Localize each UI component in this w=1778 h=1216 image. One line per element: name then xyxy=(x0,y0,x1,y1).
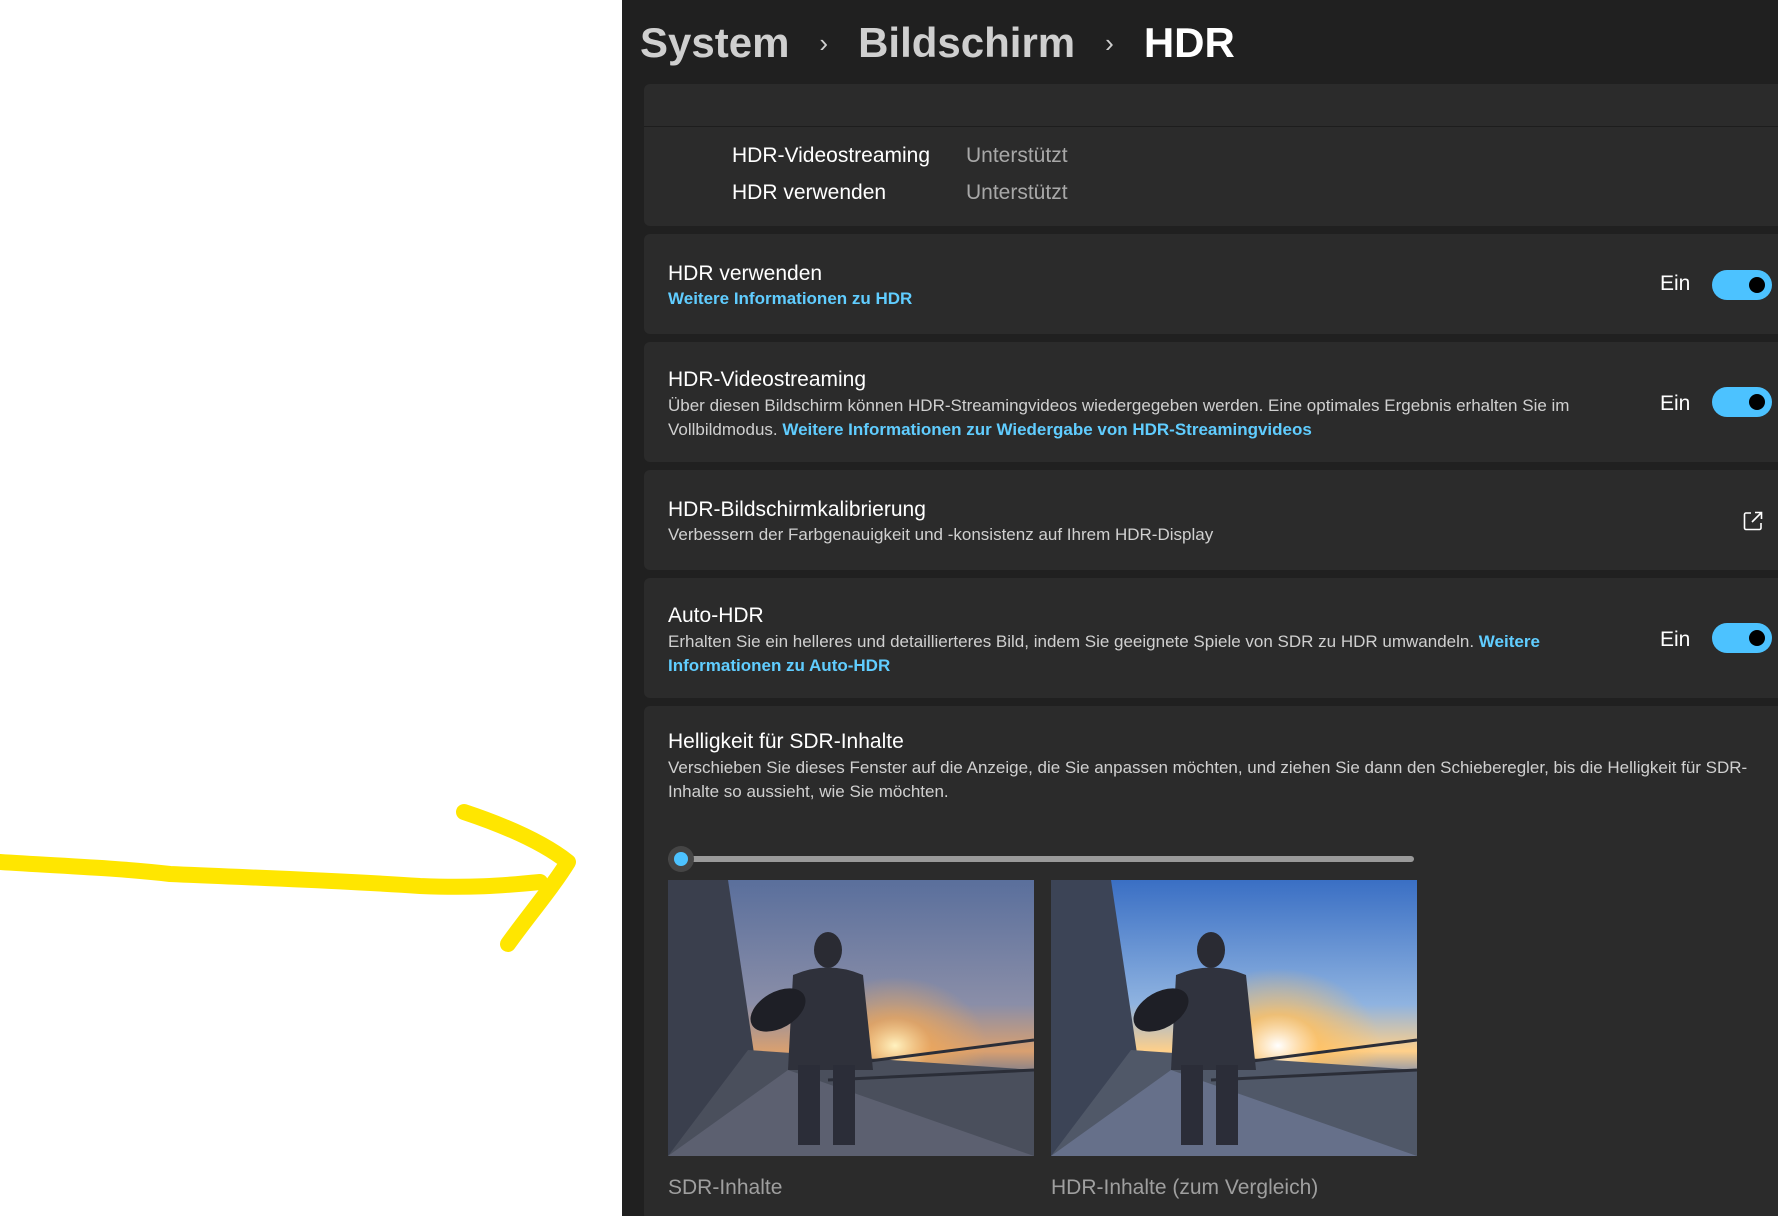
video-streaming-card: HDR-Videostreaming Über diesen Bildschir… xyxy=(644,342,1778,462)
sdr-brightness-card: Helligkeit für SDR-Inhalte Verschieben S… xyxy=(644,706,1778,1216)
use-hdr-state: Ein xyxy=(1660,272,1691,295)
toggle-knob xyxy=(1749,394,1765,410)
capability-row: HDR verwenden Unterstützt xyxy=(732,181,1068,205)
chevron-right-icon: › xyxy=(819,27,829,58)
use-hdr-title: HDR verwenden xyxy=(668,262,823,285)
auto-hdr-toggle[interactable] xyxy=(1712,623,1772,653)
hdr-preview-caption: HDR-Inhalte (zum Vergleich) xyxy=(1051,1176,1319,1199)
display-capabilities-card: HDR-Videostreaming Unterstützt HDR verwen… xyxy=(644,84,1778,226)
toggle-knob xyxy=(1749,630,1765,646)
sdr-preview-caption: SDR-Inhalte xyxy=(668,1176,783,1199)
external-link-icon[interactable] xyxy=(1742,510,1764,537)
toggle-knob xyxy=(1749,277,1765,293)
hdr-info-link[interactable]: Weitere Informationen zu HDR xyxy=(668,289,912,308)
annotation-area xyxy=(0,0,622,1216)
screenshot: System › Bildschirm › HDR HDR-Videostrea… xyxy=(0,0,1778,1216)
video-streaming-desc: Über diesen Bildschirm können HDR-Stream… xyxy=(668,394,1628,442)
breadcrumb-system[interactable]: System xyxy=(640,19,789,67)
chevron-right-icon: › xyxy=(1105,27,1114,58)
video-streaming-state: Ein xyxy=(1660,392,1691,415)
capability-value: Unterstützt xyxy=(966,181,1068,204)
auto-hdr-desc-text: Erhalten Sie ein helleres und detaillier… xyxy=(668,632,1475,651)
capability-label: HDR-Videostreaming xyxy=(732,144,931,167)
breadcrumb: System › Bildschirm › HDR xyxy=(640,8,1235,78)
hdr-preview-image xyxy=(1051,880,1417,1156)
sdr-brightness-desc: Verschieben Sie dieses Fenster auf die A… xyxy=(668,758,1748,801)
calibration-title: HDR-Bildschirmkalibrierung xyxy=(668,498,926,521)
capability-label: HDR verwenden xyxy=(732,181,887,204)
auto-hdr-card: Auto-HDR Erhalten Sie ein helleres und d… xyxy=(644,578,1778,698)
calibration-card[interactable]: HDR-Bildschirmkalibrierung Verbessern de… xyxy=(644,470,1778,570)
use-hdr-card: HDR verwenden Weitere Informationen zu H… xyxy=(644,234,1778,334)
capability-row: HDR-Videostreaming Unterstützt xyxy=(732,144,1068,168)
video-streaming-toggle[interactable] xyxy=(1712,387,1772,417)
slider-thumb-dot xyxy=(674,852,688,866)
auto-hdr-desc: Erhalten Sie ein helleres und detaillier… xyxy=(668,630,1628,678)
sdr-brightness-slider-thumb[interactable] xyxy=(668,846,694,872)
divider xyxy=(644,126,1778,127)
sdr-brightness-slider-track[interactable] xyxy=(668,856,1414,862)
calibration-desc: Verbessern der Farbgenauigkeit und -kons… xyxy=(668,525,1214,544)
capability-value: Unterstützt xyxy=(966,144,1068,167)
page-title: HDR xyxy=(1143,19,1235,66)
yellow-arrow-annotation xyxy=(0,804,576,952)
use-hdr-toggle[interactable] xyxy=(1712,270,1772,300)
video-streaming-info-link[interactable]: Weitere Informationen zur Wiedergabe von… xyxy=(782,420,1311,439)
auto-hdr-state: Ein xyxy=(1660,628,1691,651)
video-streaming-title: HDR-Videostreaming xyxy=(668,368,867,391)
settings-window: System › Bildschirm › HDR HDR-Videostrea… xyxy=(622,0,1778,1216)
breadcrumb-bildschirm[interactable]: Bildschirm xyxy=(858,19,1075,67)
auto-hdr-title: Auto-HDR xyxy=(668,604,764,627)
sdr-preview-image xyxy=(668,880,1034,1156)
sdr-brightness-title: Helligkeit für SDR-Inhalte xyxy=(668,730,904,753)
use-hdr-desc: Weitere Informationen zu HDR xyxy=(668,287,912,311)
